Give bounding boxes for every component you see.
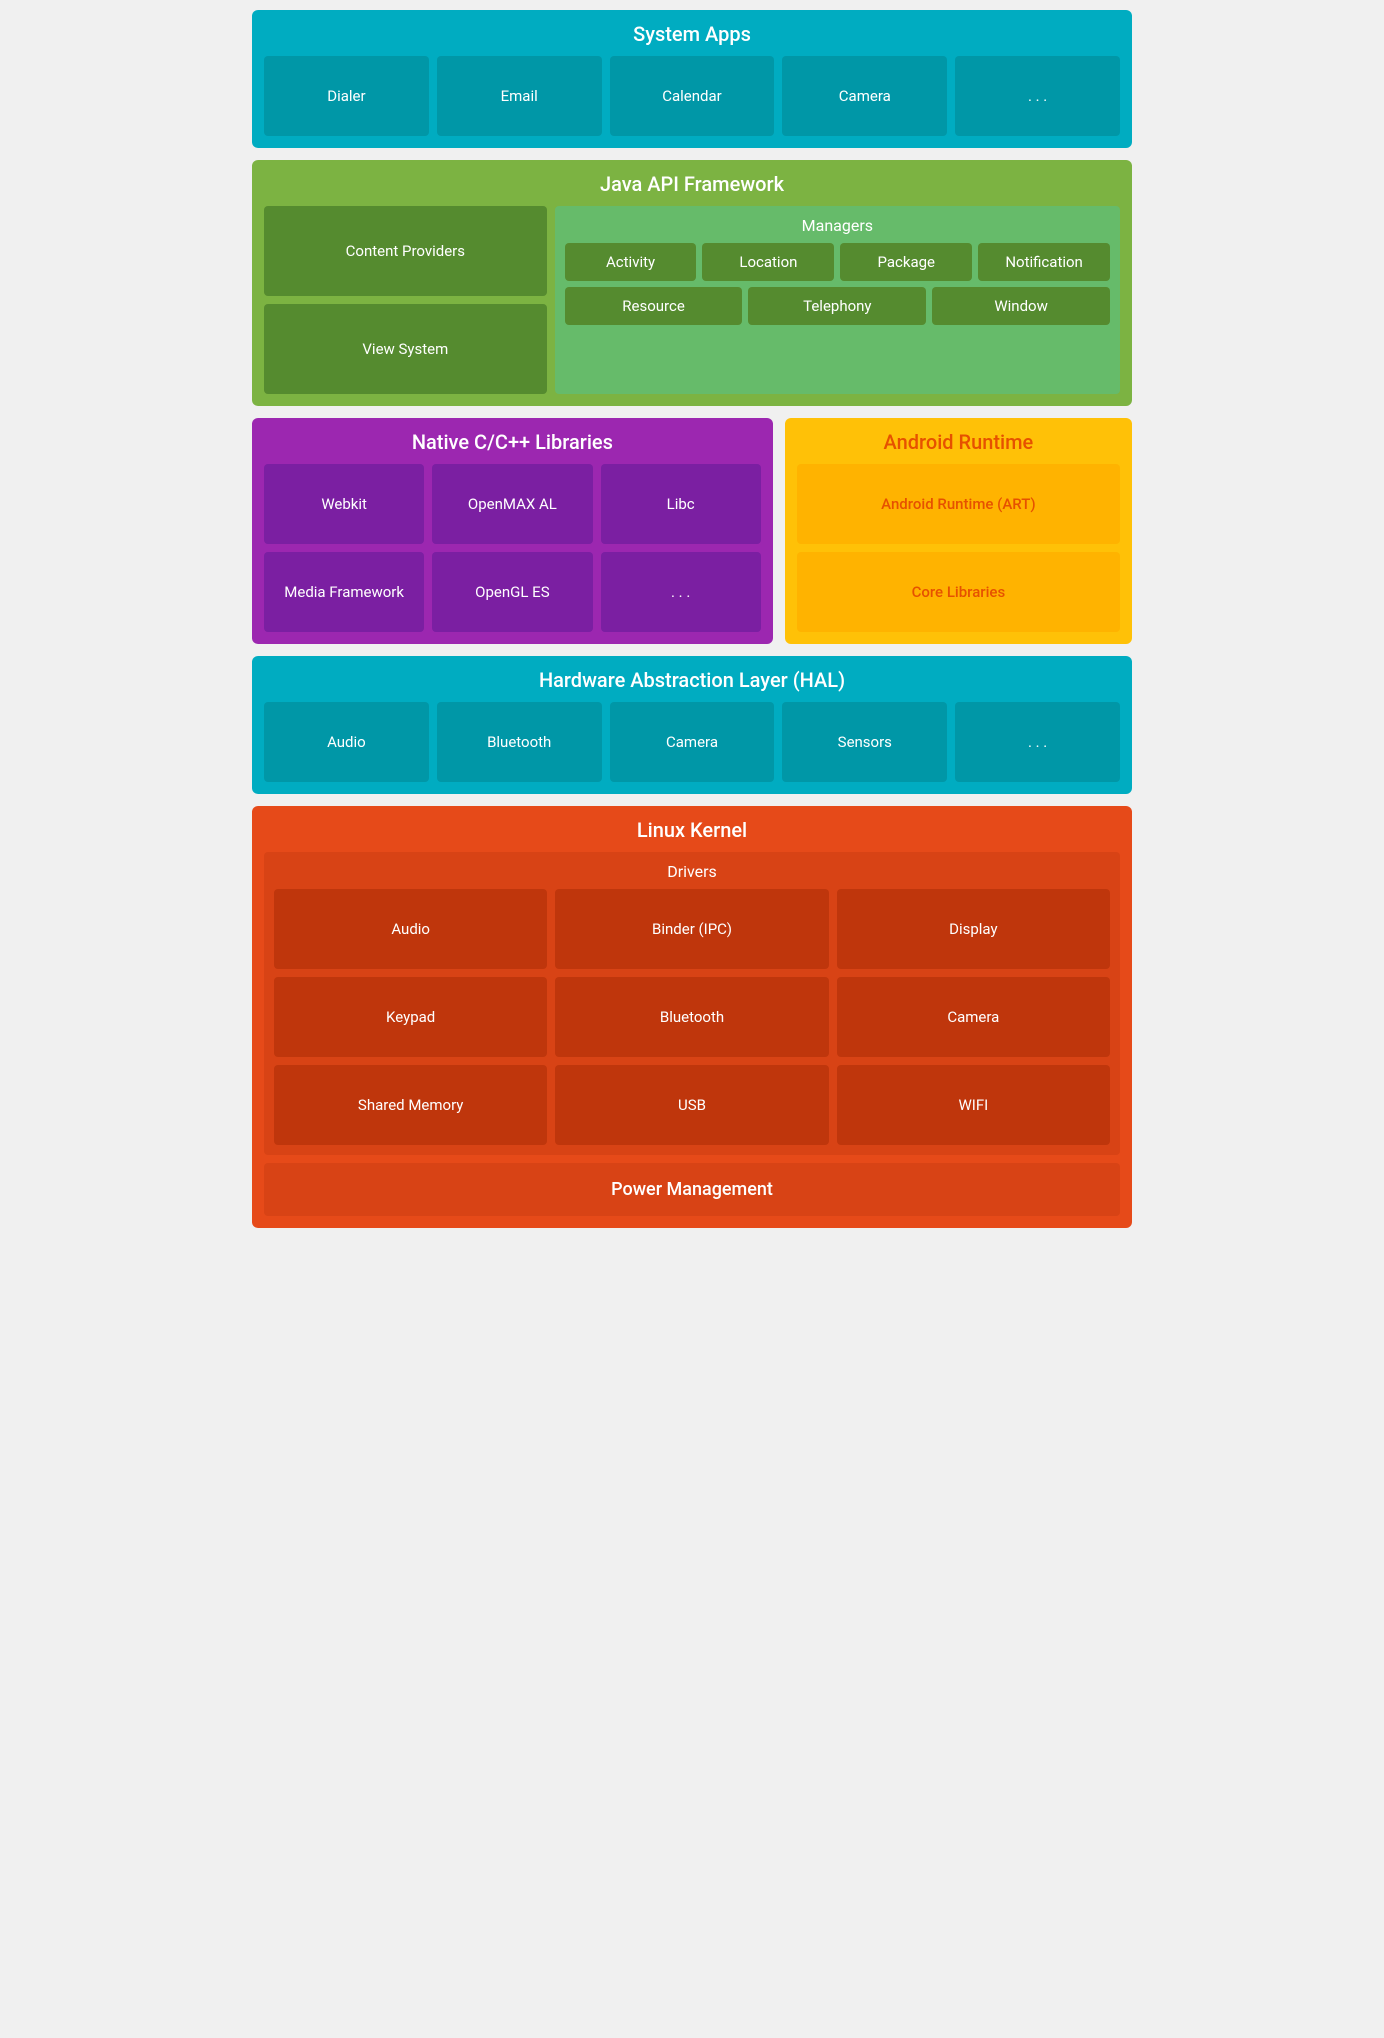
drivers-title: Drivers: [274, 862, 1110, 881]
system-apps-tile: Calendar: [610, 56, 775, 136]
hal-tiles: AudioBluetoothCameraSensors. . .: [264, 702, 1120, 782]
manager-tile: Resource: [565, 287, 743, 325]
hal-layer: Hardware Abstraction Layer (HAL) AudioBl…: [252, 656, 1132, 794]
native-lib-tile: OpenMAX AL: [432, 464, 592, 544]
native-lib-tile: Libc: [601, 464, 761, 544]
native-lib-tile: OpenGL ES: [432, 552, 592, 632]
linux-kernel-layer: Linux Kernel Drivers AudioBinder (IPC)Di…: [252, 806, 1132, 1228]
java-api-layer: Java API Framework Content ProvidersView…: [252, 160, 1132, 406]
drivers-grid: AudioBinder (IPC)Display KeypadBluetoothC…: [274, 889, 1110, 1145]
manager-tile: Telephony: [748, 287, 926, 325]
android-runtime-tiles: Android Runtime (ART)Core Libraries: [797, 464, 1120, 632]
power-management: Power Management: [264, 1163, 1120, 1216]
manager-tile: Location: [702, 243, 834, 281]
java-api-inner: Content ProvidersView System Managers Ac…: [264, 206, 1120, 394]
manager-tile: Package: [840, 243, 972, 281]
hal-title: Hardware Abstraction Layer (HAL): [264, 668, 1120, 692]
drivers-box: Drivers AudioBinder (IPC)Display KeypadBl…: [264, 852, 1120, 1155]
android-runtime-tile: Android Runtime (ART): [797, 464, 1120, 544]
driver-tile: Binder (IPC): [555, 889, 828, 969]
android-runtime-tile: Core Libraries: [797, 552, 1120, 632]
driver-tile: Bluetooth: [555, 977, 828, 1057]
native-libs-title: Native C/C++ Libraries: [264, 430, 761, 454]
system-apps-layer: System Apps DialerEmailCalendarCamera. .…: [252, 10, 1132, 148]
manager-tile: Notification: [978, 243, 1110, 281]
managers-row2: ResourceTelephonyWindow: [565, 287, 1110, 325]
driver-tile: Audio: [274, 889, 547, 969]
driver-tile: Keypad: [274, 977, 547, 1057]
hal-tile: Sensors: [782, 702, 947, 782]
driver-tile: Display: [837, 889, 1110, 969]
system-apps-tile: Camera: [782, 56, 947, 136]
native-libs-layer: Native C/C++ Libraries WebkitOpenMAX ALL…: [252, 418, 773, 644]
managers-title: Managers: [565, 216, 1110, 235]
hal-tile: Camera: [610, 702, 775, 782]
native-runtime-wrapper: Native C/C++ Libraries WebkitOpenMAX ALL…: [252, 418, 1132, 644]
hal-tile: . . .: [955, 702, 1120, 782]
native-lib-tile: Media Framework: [264, 552, 424, 632]
native-libs-grid: WebkitOpenMAX ALLibc Media FrameworkOpenG…: [264, 464, 761, 632]
java-api-title: Java API Framework: [264, 172, 1120, 196]
linux-kernel-title: Linux Kernel: [264, 818, 1120, 842]
system-apps-tile: Dialer: [264, 56, 429, 136]
driver-tile: USB: [555, 1065, 828, 1145]
hal-tile: Bluetooth: [437, 702, 602, 782]
system-apps-tiles: DialerEmailCalendarCamera. . .: [264, 56, 1120, 136]
native-lib-tile: Webkit: [264, 464, 424, 544]
driver-tile: Camera: [837, 977, 1110, 1057]
native-lib-tile: . . .: [601, 552, 761, 632]
driver-tile: Shared Memory: [274, 1065, 547, 1145]
java-api-left-tile: Content Providers: [264, 206, 547, 296]
managers-row1: ActivityLocationPackageNotification: [565, 243, 1110, 281]
driver-tile: WIFI: [837, 1065, 1110, 1145]
manager-tile: Activity: [565, 243, 697, 281]
system-apps-tile: Email: [437, 56, 602, 136]
java-api-left: Content ProvidersView System: [264, 206, 547, 394]
hal-tile: Audio: [264, 702, 429, 782]
system-apps-title: System Apps: [264, 22, 1120, 46]
java-api-left-tile: View System: [264, 304, 547, 394]
android-runtime-layer: Android Runtime Android Runtime (ART)Cor…: [785, 418, 1132, 644]
managers-box: Managers ActivityLocationPackageNotifica…: [555, 206, 1120, 394]
android-runtime-title: Android Runtime: [797, 430, 1120, 454]
system-apps-tile: . . .: [955, 56, 1120, 136]
manager-tile: Window: [932, 287, 1110, 325]
